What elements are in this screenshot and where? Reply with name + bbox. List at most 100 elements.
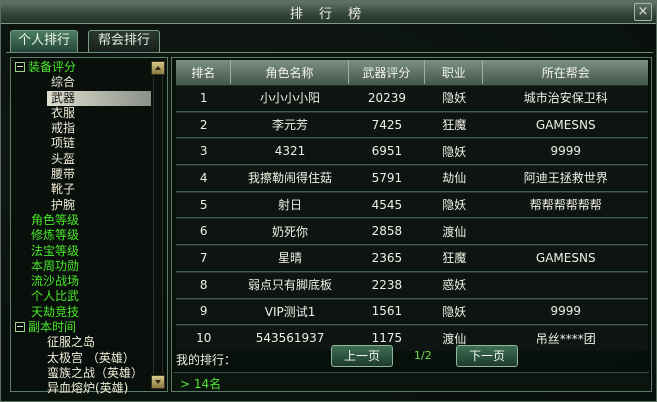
title-bar[interactable]: 排 行 榜 ×: [1, 1, 656, 24]
header-weapon-score[interactable]: 武器评分: [348, 60, 426, 84]
header-class[interactable]: 职业: [425, 60, 484, 84]
sidebar-item-boots[interactable]: 靴子: [15, 182, 151, 197]
table-row[interactable]: 10 543561937 1175 渡仙 吊丝****团: [176, 324, 648, 351]
table-cell: 奶死你: [231, 217, 349, 245]
category-personal-duel[interactable]: 个人比武: [15, 289, 151, 304]
table-cell: 劫仙: [425, 164, 484, 191]
table-cell: 6: [176, 217, 232, 245]
table-cell: VIP测试1: [231, 297, 349, 325]
scroll-track[interactable]: [153, 76, 163, 374]
table-row[interactable]: 7 星晴 2365 狂魔 GAMESNS: [176, 244, 648, 271]
table-cell: 狂魔: [425, 110, 484, 138]
page-indicator: 1/2: [414, 349, 432, 362]
table-cell: 帮帮帮帮帮帮: [483, 190, 648, 218]
table-cell: 小小小小阳: [231, 84, 349, 111]
table-cell: 1561: [348, 297, 426, 325]
table-cell: 2: [176, 110, 232, 138]
sidebar-item-necklace[interactable]: 项链: [15, 136, 151, 151]
collapse-icon[interactable]: [15, 321, 25, 332]
sidebar-item-dungeon-1[interactable]: 征服之岛: [15, 335, 151, 350]
sidebar-scrollbar[interactable]: [151, 61, 165, 389]
tab-guild-ranking[interactable]: 帮会排行: [88, 30, 160, 52]
table-cell: 4: [176, 164, 232, 191]
table-cell: 5791: [348, 164, 426, 191]
sidebar-item-ring[interactable]: 戒指: [15, 121, 151, 136]
sidebar-item-overall[interactable]: 综合: [15, 75, 151, 90]
sidebar-item-dungeon-2[interactable]: 太极宫 （英雄）: [15, 351, 151, 366]
table-cell: 20239: [348, 84, 426, 111]
table-cell: 6951: [348, 137, 426, 165]
table-cell: 渡仙: [425, 217, 484, 245]
table-cell: 10: [176, 324, 232, 351]
header-rank[interactable]: 排名: [176, 60, 232, 84]
table-cell: GAMESNS: [483, 244, 648, 271]
header-guild[interactable]: 所在帮会: [483, 60, 648, 84]
ranking-panel: 排名 角色名称 武器评分 职业 所在帮会 1 小小小小阳 20239 隐妖 城市治安保卫…: [171, 57, 652, 392]
table-cell: 阿迪王拯救世界: [483, 164, 648, 191]
category-cultivation-level[interactable]: 修炼等级: [15, 228, 151, 243]
table-cell: 9: [176, 297, 232, 325]
category-artifact-level[interactable]: 法宝等级: [15, 244, 151, 259]
scroll-up-arrow-icon[interactable]: [151, 61, 165, 75]
table-cell: 4545: [348, 190, 426, 218]
table-row[interactable]: 3 4321 6951 隐妖 9999: [176, 137, 648, 165]
table-cell: 3: [176, 137, 232, 165]
table-cell: 弱点只有脚底板: [231, 270, 349, 298]
table-cell: 1: [176, 84, 232, 111]
table-cell: 李元芳: [231, 110, 349, 138]
table-cell: 射日: [231, 190, 349, 218]
sidebar-item-armor[interactable]: 衣服: [15, 106, 151, 121]
category-quicksand-battlefield[interactable]: 流沙战场: [15, 274, 151, 289]
table-cell: 隐妖: [425, 137, 484, 165]
table-row[interactable]: 4 我擦勒闹得住菇 5791 劫仙 阿迪王拯救世界: [176, 164, 648, 191]
prev-page-button[interactable]: 上一页: [331, 345, 393, 367]
table-row[interactable]: 8 弱点只有脚底板 2238 惑妖: [176, 270, 648, 298]
category-equipment-score[interactable]: 装备评分: [15, 60, 151, 75]
table-row[interactable]: 5 射日 4545 隐妖 帮帮帮帮帮帮: [176, 190, 648, 218]
table-cell: 7: [176, 244, 232, 271]
window-title: 排 行 榜: [289, 7, 368, 22]
table-cell: 城市治安保卫科: [483, 84, 648, 111]
next-page-button[interactable]: 下一页: [456, 345, 518, 367]
table-cell: 9999: [483, 297, 648, 325]
sidebar-item-bracers[interactable]: 护腕: [15, 198, 151, 213]
close-button[interactable]: ×: [634, 3, 652, 21]
ranking-table: 排名 角色名称 武器评分 职业 所在帮会 1 小小小小阳 20239 隐妖 城市治安保卫…: [176, 60, 648, 351]
category-tree: 装备评分 综合 武器 衣服 戒指 项链 头盔 腰带 靴子 护腕 角色等级 修炼等…: [15, 60, 151, 397]
ranking-window: 排 行 榜 × 个人排行 帮会排行 装备评分 综合 武器 衣服 戒指 项链 头盔…: [0, 0, 657, 402]
collapse-icon[interactable]: [15, 61, 25, 72]
my-rank-value: > 14名: [180, 377, 222, 391]
sidebar-item-helmet[interactable]: 头盔: [15, 152, 151, 167]
table-cell: GAMESNS: [483, 110, 648, 138]
table-cell: [483, 217, 648, 245]
sidebar-item-dungeon-4[interactable]: 异血熔炉(英雄): [15, 381, 151, 396]
table-row[interactable]: 2 李元芳 7425 狂魔 GAMESNS: [176, 110, 648, 138]
category-dungeon-time[interactable]: 副本时间: [15, 320, 151, 335]
table-cell: 星晴: [231, 244, 349, 271]
table-cell: 4321: [231, 137, 349, 165]
table-cell: 2365: [348, 244, 426, 271]
table-cell: 隐妖: [425, 84, 484, 111]
scroll-down-arrow-icon[interactable]: [151, 375, 165, 389]
table-cell: 隐妖: [425, 297, 484, 325]
sidebar-item-belt[interactable]: 腰带: [15, 167, 151, 182]
my-rank-label: 我的排行：: [176, 353, 237, 367]
sidebar-item-weapon[interactable]: 武器: [47, 90, 151, 106]
category-character-level[interactable]: 角色等级: [15, 213, 151, 228]
table-row[interactable]: 6 奶死你 2858 渡仙: [176, 217, 648, 245]
table-cell: 5: [176, 190, 232, 218]
tab-personal-ranking[interactable]: 个人排行: [10, 30, 78, 52]
tab-divider: [6, 52, 653, 53]
table-row[interactable]: 1 小小小小阳 20239 隐妖 城市治安保卫科: [176, 84, 648, 111]
table-cell: 狂魔: [425, 244, 484, 271]
sidebar-item-dungeon-3[interactable]: 蛮族之战（英雄）: [15, 366, 151, 381]
table-cell: 8: [176, 270, 232, 298]
category-tribulation-arena[interactable]: 天劫竞技: [15, 305, 151, 320]
header-character-name[interactable]: 角色名称: [231, 60, 349, 84]
category-weekly-merit[interactable]: 本周功勋: [15, 259, 151, 274]
table-row[interactable]: 9 VIP测试1 1561 隐妖 9999: [176, 297, 648, 325]
table-cell: 2238: [348, 270, 426, 298]
table-cell: [483, 270, 648, 298]
table-cell: 惑妖: [425, 270, 484, 298]
my-rank-bar: > 14名: [174, 372, 649, 391]
